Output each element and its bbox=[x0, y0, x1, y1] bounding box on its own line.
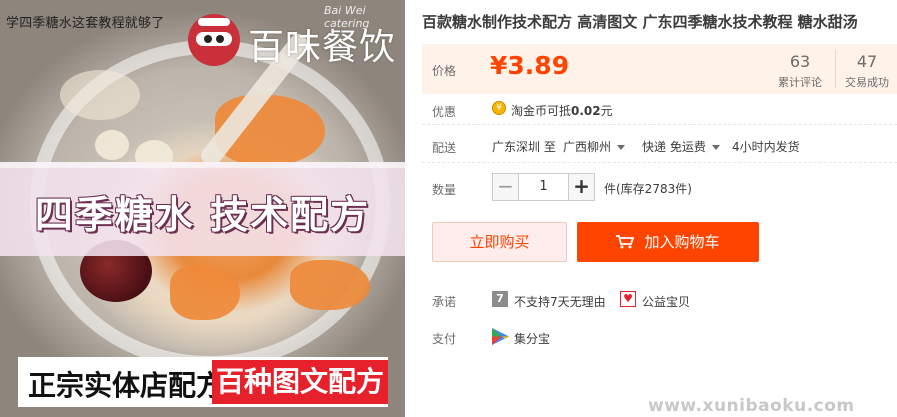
quantity-increase-button[interactable]: + bbox=[568, 173, 595, 201]
promo-prefix: 淘金币可抵 bbox=[511, 104, 572, 118]
charity-heart-icon: ♥ bbox=[620, 291, 636, 307]
snow-fungus bbox=[60, 70, 140, 120]
watermark: www.xunibaoku.com bbox=[648, 396, 855, 416]
price-amount: 3.89 bbox=[507, 51, 570, 80]
promo-unit: 元 bbox=[600, 104, 613, 118]
ship-method-text: 快递 免运费 bbox=[642, 140, 706, 154]
gold-coin-icon: ¥ bbox=[492, 101, 506, 115]
bottom-right-text: 百种图文配方 bbox=[212, 360, 388, 404]
shipping-label: 配送 bbox=[432, 141, 457, 155]
no-return-text[interactable]: 不支持7天无理由 bbox=[514, 293, 606, 310]
chevron-down-icon bbox=[617, 145, 626, 150]
quantity-decrease-button[interactable]: − bbox=[492, 173, 519, 201]
lotus-seed bbox=[95, 130, 129, 160]
brand-logo-icon bbox=[188, 14, 240, 66]
quantity-input[interactable]: 1 bbox=[519, 173, 568, 201]
stat-divider bbox=[835, 50, 836, 88]
dispatch-time: 4小时内发货 bbox=[732, 140, 800, 154]
promo-amount: 0.02 bbox=[571, 104, 601, 118]
sales-stat: 47 交易成功 bbox=[837, 52, 897, 90]
reviews-stat[interactable]: 63 累计评论 bbox=[770, 52, 830, 90]
sales-label: 交易成功 bbox=[845, 76, 889, 89]
ship-to-text: 广西柳州 bbox=[563, 140, 612, 154]
price-label: 价格 bbox=[432, 64, 457, 78]
divider bbox=[422, 162, 897, 163]
add-to-cart-button[interactable]: 加入购物车 bbox=[577, 222, 759, 262]
stock-text: 件(库存2783件) bbox=[604, 182, 692, 196]
buy-now-button[interactable]: 立即购买 bbox=[432, 222, 567, 262]
charity-text[interactable]: 公益宝贝 bbox=[642, 293, 690, 310]
add-to-cart-label: 加入购物车 bbox=[644, 233, 720, 251]
promise-label: 承诺 bbox=[432, 295, 457, 309]
image-caption: 学四季糖水这套教程就够了 bbox=[6, 16, 165, 31]
papaya-piece bbox=[170, 265, 240, 320]
promo-label: 优惠 bbox=[432, 105, 457, 119]
divider bbox=[422, 124, 897, 125]
currency-symbol: ¥ bbox=[490, 51, 508, 80]
bottom-left-text: 正宗实体店配方 bbox=[28, 369, 225, 402]
payment-label: 支付 bbox=[432, 332, 457, 346]
payment-method: 集分宝 bbox=[514, 332, 551, 346]
jifenbao-icon bbox=[492, 328, 509, 345]
product-image[interactable]: 学四季糖水这套教程就够了 百味餐饮 Bai Wei catering 四季糖水 … bbox=[0, 0, 405, 417]
ship-method-dropdown[interactable]: 快递 免运费 bbox=[642, 138, 720, 155]
promo-text: 淘金币可抵0.02元 bbox=[511, 102, 613, 119]
chevron-down-icon bbox=[711, 145, 720, 150]
papaya-piece bbox=[290, 260, 370, 310]
no-return-icon: 7 bbox=[492, 291, 508, 307]
reviews-label: 累计评论 bbox=[778, 76, 822, 89]
quantity-label: 数量 bbox=[432, 183, 457, 197]
ship-from: 广东深圳 至 bbox=[492, 140, 556, 154]
cart-icon bbox=[616, 235, 635, 249]
ship-to-dropdown[interactable]: 广西柳州 bbox=[563, 138, 626, 155]
reviews-count: 63 bbox=[789, 52, 811, 71]
price-value: ¥3.89 bbox=[490, 51, 569, 80]
banner-text: 四季糖水 技术配方 bbox=[34, 193, 371, 237]
sales-count: 47 bbox=[856, 52, 878, 71]
brand-subtitle: Bai Wei catering bbox=[324, 4, 370, 30]
product-title: 百款糖水制作技术配方 高清图文 广东四季糖水技术教程 糖水甜汤 bbox=[422, 13, 858, 31]
